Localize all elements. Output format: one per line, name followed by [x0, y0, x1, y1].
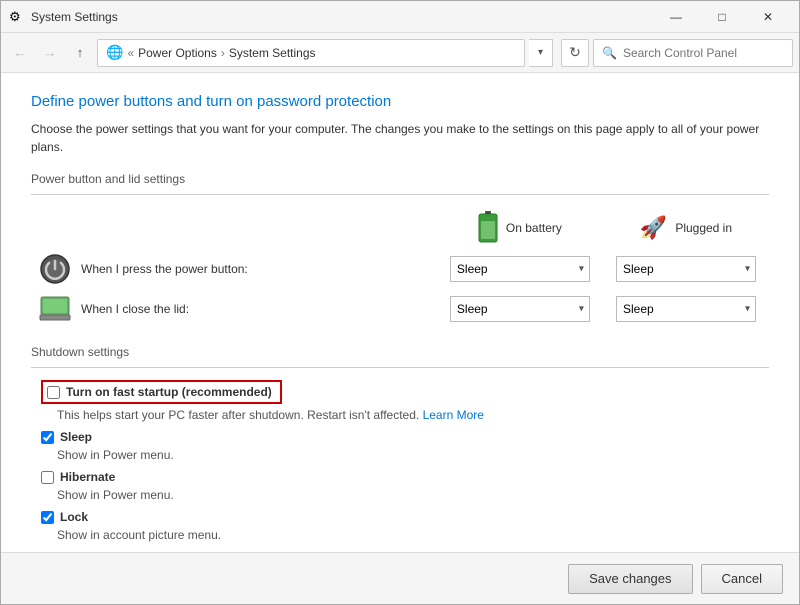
- row1-label-cell: When I press the power button:: [31, 249, 437, 289]
- title-bar-controls: — □ ✕: [653, 1, 791, 33]
- settings-table: On battery 🚀 Plugged in: [31, 207, 769, 329]
- main-window: ⚙ System Settings — □ ✕ ← → ↑ 🌐 « Power …: [0, 0, 800, 605]
- address-dropdown-button[interactable]: ▾: [529, 39, 553, 67]
- page-heading: Define power buttons and turn on passwor…: [31, 93, 769, 110]
- row1-plugged-dropdown-wrapper[interactable]: Do nothing Sleep Hibernate Shut down ▾: [616, 256, 756, 282]
- content-area: Define power buttons and turn on passwor…: [1, 73, 799, 552]
- col-plugged-label: Plugged in: [675, 221, 732, 235]
- row2-plugged-select[interactable]: Do nothing Sleep Hibernate Shut down: [616, 296, 756, 322]
- plug-icon: 🚀: [640, 215, 667, 241]
- row1-battery-select[interactable]: Do nothing Sleep Hibernate Shut down: [450, 256, 590, 282]
- search-box[interactable]: 🔍: [593, 39, 793, 67]
- battery-icon: [478, 211, 498, 245]
- search-icon: 🔍: [602, 46, 617, 60]
- address-bar: ← → ↑ 🌐 « Power Options › System Setting…: [1, 33, 799, 73]
- breadcrumb-icon: 🌐: [106, 44, 123, 61]
- footer: Save changes Cancel: [1, 552, 799, 604]
- section2-divider: [31, 367, 769, 368]
- row1-plugged-select[interactable]: Do nothing Sleep Hibernate Shut down: [616, 256, 756, 282]
- table-row-power: When I press the power button: Do nothin…: [31, 249, 769, 289]
- breadcrumb-separator-1: «: [127, 46, 134, 60]
- window-icon: ⚙: [9, 9, 25, 25]
- page-description: Choose the power settings that you want …: [31, 120, 769, 156]
- learn-more-link[interactable]: Learn More: [423, 408, 484, 422]
- forward-button[interactable]: →: [37, 40, 63, 66]
- col-header-battery: On battery: [437, 207, 603, 249]
- fast-startup-row: Turn on fast startup (recommended): [41, 380, 769, 404]
- row2-plugged-cell: Do nothing Sleep Hibernate Shut down ▾: [603, 289, 769, 329]
- col-battery-label: On battery: [506, 221, 562, 235]
- section1-divider: [31, 194, 769, 195]
- dropdown-arrow-icon: ▾: [538, 47, 543, 58]
- power-button-icon: [39, 253, 71, 285]
- hibernate-checkbox[interactable]: [41, 471, 54, 484]
- address-path[interactable]: 🌐 « Power Options › System Settings: [97, 39, 525, 67]
- title-bar: ⚙ System Settings — □ ✕: [1, 1, 799, 33]
- up-button[interactable]: ↑: [67, 40, 93, 66]
- refresh-button[interactable]: ↻: [561, 39, 589, 67]
- fast-startup-label[interactable]: Turn on fast startup (recommended): [66, 385, 272, 399]
- hibernate-row: Hibernate: [41, 470, 769, 484]
- col-header-empty: [31, 207, 437, 249]
- search-input[interactable]: [623, 46, 784, 60]
- lock-label[interactable]: Lock: [60, 510, 88, 524]
- row2-battery-dropdown-wrapper[interactable]: Do nothing Sleep Hibernate Shut down ▾: [450, 296, 590, 322]
- lid-close-icon: [39, 293, 71, 325]
- sleep-checkbox[interactable]: [41, 431, 54, 444]
- breadcrumb-power-options[interactable]: Power Options: [138, 46, 217, 60]
- row1-battery-cell: Do nothing Sleep Hibernate Shut down ▾: [437, 249, 603, 289]
- lock-checkbox[interactable]: [41, 511, 54, 524]
- close-button[interactable]: ✕: [745, 1, 791, 33]
- section2-label: Shutdown settings: [31, 345, 769, 359]
- row1-battery-dropdown-wrapper[interactable]: Do nothing Sleep Hibernate Shut down ▾: [450, 256, 590, 282]
- sleep-desc: Show in Power menu.: [57, 448, 769, 462]
- cancel-button[interactable]: Cancel: [701, 564, 783, 594]
- back-button[interactable]: ←: [7, 40, 33, 66]
- window-title: System Settings: [31, 10, 653, 24]
- row2-label-cell: When I close the lid:: [31, 289, 437, 329]
- fast-startup-desc: This helps start your PC faster after sh…: [57, 408, 769, 422]
- hibernate-label[interactable]: Hibernate: [60, 470, 115, 484]
- sleep-label[interactable]: Sleep: [60, 430, 92, 444]
- breadcrumb-arrow: ›: [221, 46, 225, 60]
- row2-plugged-dropdown-wrapper[interactable]: Do nothing Sleep Hibernate Shut down ▾: [616, 296, 756, 322]
- row1-label: When I press the power button:: [81, 262, 248, 276]
- row1-plugged-cell: Do nothing Sleep Hibernate Shut down ▾: [603, 249, 769, 289]
- sleep-row: Sleep: [41, 430, 769, 444]
- section1-label: Power button and lid settings: [31, 172, 769, 186]
- fast-startup-checkbox[interactable]: [47, 386, 60, 399]
- row2-battery-select[interactable]: Do nothing Sleep Hibernate Shut down: [450, 296, 590, 322]
- save-changes-button[interactable]: Save changes: [568, 564, 692, 594]
- maximize-button[interactable]: □: [699, 1, 745, 33]
- hibernate-desc: Show in Power menu.: [57, 488, 769, 502]
- lock-row: Lock: [41, 510, 769, 524]
- breadcrumb-system-settings: System Settings: [229, 46, 316, 60]
- row2-battery-cell: Do nothing Sleep Hibernate Shut down ▾: [437, 289, 603, 329]
- table-row-lid: When I close the lid: Do nothing Sleep H…: [31, 289, 769, 329]
- lock-desc: Show in account picture menu.: [57, 528, 769, 542]
- minimize-button[interactable]: —: [653, 1, 699, 33]
- refresh-icon: ↻: [569, 44, 581, 61]
- row2-label: When I close the lid:: [81, 302, 189, 316]
- col-header-plugged: 🚀 Plugged in: [603, 207, 769, 249]
